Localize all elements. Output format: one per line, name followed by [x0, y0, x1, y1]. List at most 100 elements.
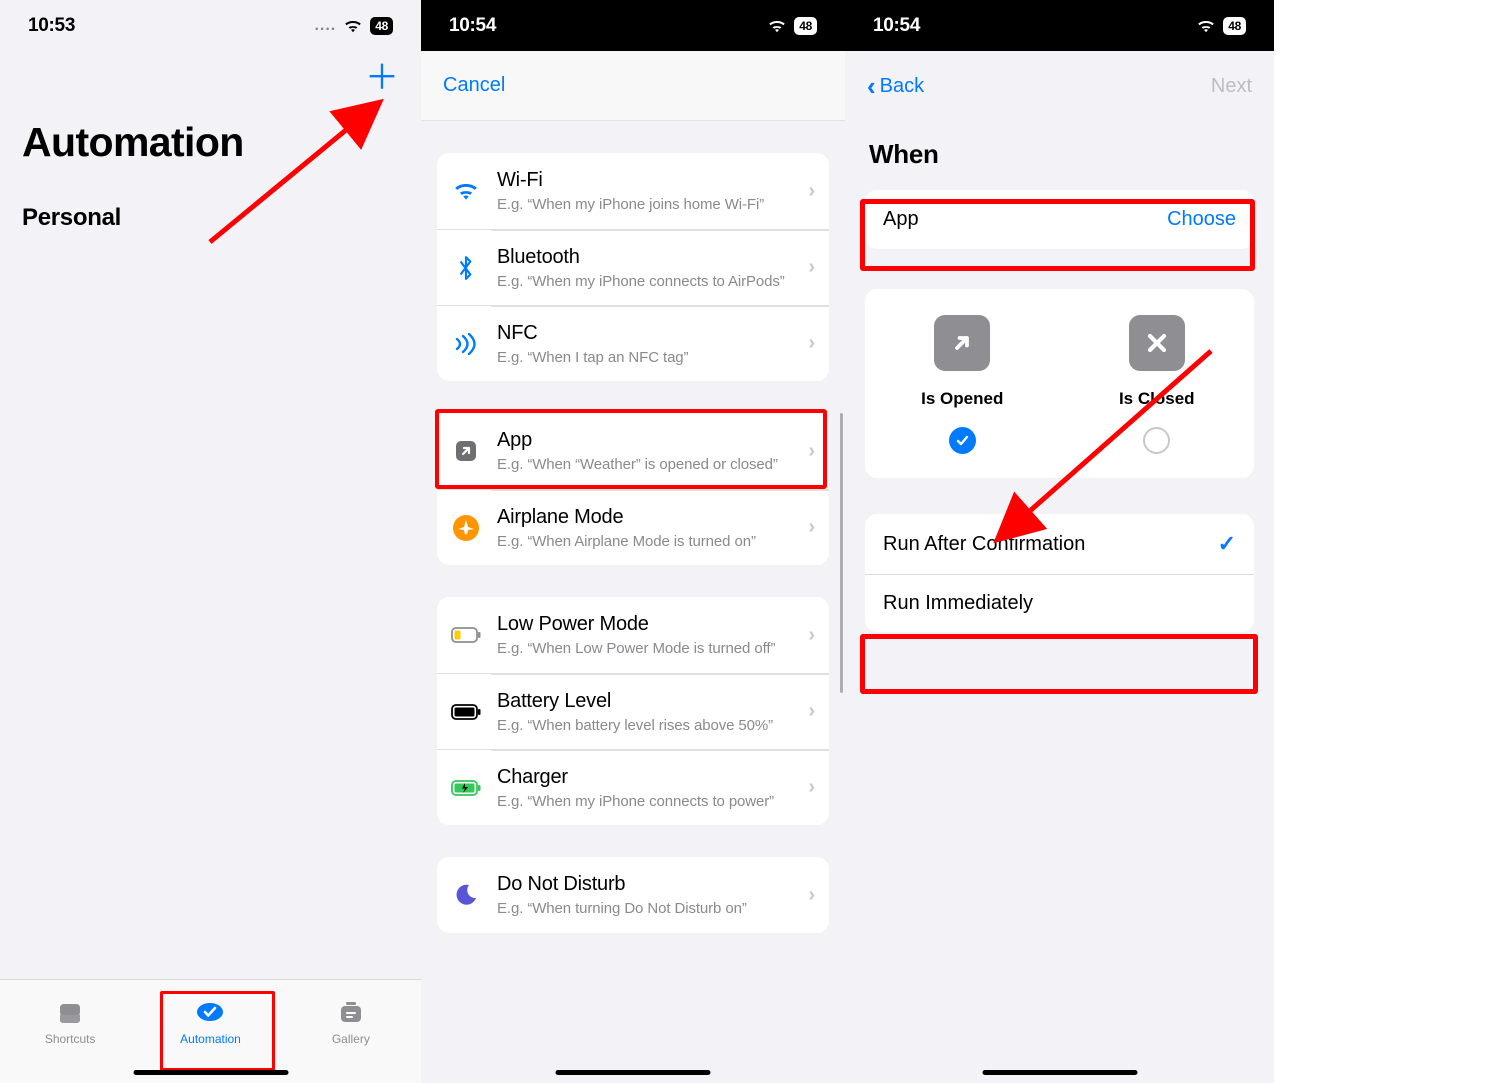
row-title: Wi-Fi [497, 169, 808, 192]
tab-bar: Shortcuts Automation Gallery [0, 979, 421, 1083]
annotation-highlight [860, 634, 1258, 694]
status-bar: 10:54 48 [845, 0, 1274, 51]
cancel-button[interactable]: Cancel [443, 74, 505, 97]
wifi-icon [1196, 19, 1216, 33]
option-run-after-confirmation[interactable]: Run After Confirmation ✓ [865, 514, 1254, 574]
radio-selected-icon [949, 427, 976, 454]
screen-automation-home: 10:53 .... 48 ＋ Automation Personal Shor… [0, 0, 421, 1083]
app-choose-card: App Choose [865, 190, 1254, 249]
automation-icon [195, 999, 225, 1027]
chevron-right-icon: › [808, 624, 815, 647]
scrollbar[interactable] [840, 413, 843, 693]
tab-shortcuts-label: Shortcuts [45, 1032, 96, 1046]
option-label: Run After Confirmation [883, 533, 1085, 556]
battery-pill: 48 [1223, 17, 1246, 35]
status-right: 48 [767, 17, 817, 35]
closed-icon [1129, 315, 1185, 371]
option-is-opened[interactable]: Is Opened [865, 315, 1060, 454]
home-indicator[interactable] [982, 1070, 1137, 1075]
sheet-header: Cancel [421, 51, 845, 121]
row-subtitle: E.g. “When turning Do Not Disturb on” [497, 900, 808, 917]
row-subtitle: E.g. “When my iPhone joins home Wi-Fi” [497, 196, 808, 213]
row-title: Do Not Disturb [497, 873, 808, 896]
home-indicator[interactable] [133, 1070, 288, 1075]
tab-gallery-label: Gallery [332, 1032, 370, 1046]
trigger-row-wifi[interactable]: Wi-Fi E.g. “When my iPhone joins home Wi-… [437, 153, 829, 229]
tab-gallery[interactable]: Gallery [281, 980, 421, 1083]
chevron-right-icon: › [808, 884, 815, 907]
status-bar: 10:54 48 [421, 0, 845, 51]
trigger-row-bluetooth[interactable]: Bluetooth E.g. “When my iPhone connects t… [437, 229, 829, 305]
page-title: Automation [22, 119, 399, 166]
trigger-row-battery[interactable]: Battery LevelE.g. “When battery level ri… [437, 673, 829, 749]
status-right: .... 48 [314, 17, 393, 35]
chevron-right-icon: › [808, 516, 815, 539]
tab-automation[interactable]: Automation [140, 980, 280, 1083]
trigger-row-dnd[interactable]: Do Not Disturb E.g. “When turning Do Not … [437, 857, 829, 933]
wifi-icon [343, 19, 363, 33]
home-indicator[interactable] [556, 1070, 711, 1075]
option-label: Run Immediately [883, 592, 1033, 615]
run-options: Run After Confirmation ✓ Run Immediately [865, 514, 1254, 632]
trigger-group: AppE.g. “When “Weather” is opened or clo… [437, 413, 829, 565]
status-right: 48 [1196, 17, 1246, 35]
row-title: Airplane Mode [497, 506, 808, 529]
tab-shortcuts[interactable]: Shortcuts [0, 980, 140, 1083]
chevron-right-icon: › [808, 776, 815, 799]
screen-trigger-picker: 10:54 48 Cancel Wi-Fi E.g. “When my iPhon… [421, 0, 845, 1083]
trigger-group: Wi-Fi E.g. “When my iPhone joins home Wi-… [437, 153, 829, 381]
option-run-immediately[interactable]: Run Immediately [865, 574, 1254, 632]
shortcuts-icon [55, 999, 85, 1027]
section-personal: Personal [22, 204, 399, 232]
add-automation-button[interactable]: ＋ [365, 61, 399, 95]
wifi-icon [451, 176, 481, 206]
gallery-icon [336, 999, 366, 1027]
lowpower-icon [451, 620, 481, 650]
charger-icon [451, 773, 481, 803]
row-title: Battery Level [497, 690, 808, 713]
row-subtitle: E.g. “When my iPhone connects to AirPods… [497, 273, 808, 290]
next-button[interactable]: Next [1211, 75, 1252, 98]
app-label: App [883, 208, 919, 231]
nfc-icon [451, 329, 481, 359]
chevron-right-icon: › [808, 256, 815, 279]
choose-button[interactable]: Choose [1167, 208, 1236, 231]
trigger-row-airplane[interactable]: Airplane Mode E.g. “When Airplane Mode is… [437, 489, 829, 565]
radio-unselected-icon [1143, 427, 1170, 454]
trigger-group: Do Not Disturb E.g. “When turning Do Not … [437, 857, 829, 933]
trigger-row-lowpower[interactable]: Low Power ModeE.g. “When Low Power Mode … [437, 597, 829, 673]
airplane-icon [451, 513, 481, 543]
status-time: 10:53 [28, 15, 75, 37]
trigger-row-charger[interactable]: ChargerE.g. “When my iPhone connects to … [437, 749, 829, 825]
option-is-closed[interactable]: Is Closed [1060, 315, 1255, 454]
row-subtitle: E.g. “When “Weather” is opened or closed… [497, 456, 808, 473]
chevron-right-icon: › [808, 180, 815, 203]
checkmark-icon: ✓ [1218, 531, 1236, 557]
chevron-right-icon: › [808, 440, 815, 463]
status-time: 10:54 [873, 15, 920, 37]
trigger-row-app[interactable]: AppE.g. “When “Weather” is opened or clo… [437, 413, 829, 489]
row-title: Low Power Mode [497, 613, 808, 636]
back-button[interactable]: ‹ Back [867, 73, 924, 99]
moon-icon [451, 880, 481, 910]
tab-automation-label: Automation [180, 1032, 241, 1046]
bluetooth-icon [451, 253, 481, 283]
row-subtitle: E.g. “When I tap an NFC tag” [497, 349, 808, 366]
screen-app-trigger-config: 10:54 48 ‹ Back Next When App Choose Is … [845, 0, 1274, 1083]
opened-icon [934, 315, 990, 371]
chevron-right-icon: › [808, 332, 815, 355]
chevron-left-icon: ‹ [867, 73, 876, 99]
app-icon [451, 436, 481, 466]
nav-header: ‹ Back Next [845, 51, 1274, 121]
back-label: Back [880, 75, 924, 98]
row-subtitle: E.g. “When Airplane Mode is turned on” [497, 533, 808, 550]
option-label: Is Opened [921, 389, 1003, 409]
chevron-right-icon: › [808, 700, 815, 723]
row-title: NFC [497, 322, 808, 345]
row-subtitle: E.g. “When my iPhone connects to power” [497, 793, 808, 810]
row-title: Bluetooth [497, 246, 808, 269]
trigger-row-nfc[interactable]: NFC E.g. “When I tap an NFC tag” › [437, 305, 829, 381]
trigger-group: Low Power ModeE.g. “When Low Power Mode … [437, 597, 829, 825]
battery-pill: 48 [794, 17, 817, 35]
app-choose-row[interactable]: App Choose [865, 190, 1254, 249]
